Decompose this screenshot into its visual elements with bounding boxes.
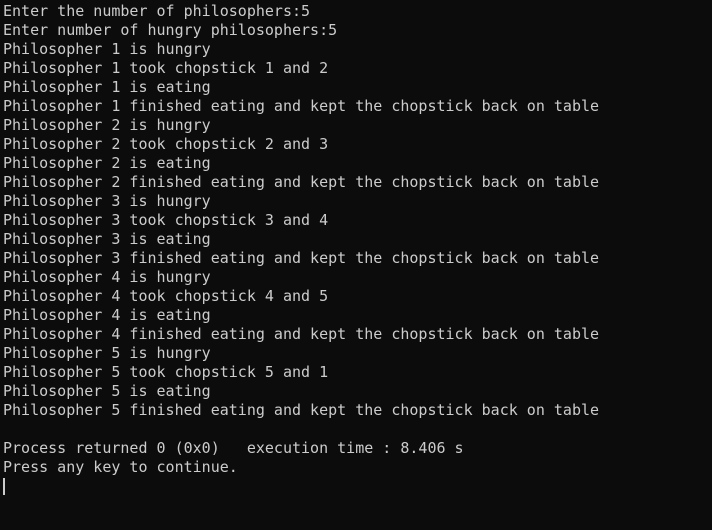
text-cursor[interactable] [3, 478, 5, 495]
console-line: Philosopher 5 finished eating and kept t… [3, 401, 600, 419]
console-line: Philosopher 3 took chopstick 3 and 4 [3, 211, 329, 229]
console-line: Philosopher 2 finished eating and kept t… [3, 173, 600, 191]
console-line: Philosopher 1 finished eating and kept t… [3, 97, 600, 115]
console-line: Philosopher 4 is eating [3, 306, 211, 324]
console-line: Philosopher 5 is eating [3, 382, 211, 400]
continue-prompt-line: Press any key to continue. [3, 458, 238, 476]
console-line: Philosopher 2 is hungry [3, 116, 211, 134]
console-line: Enter the number of philosophers:5 [3, 2, 311, 20]
console-line: Enter number of hungry philosophers:5 [3, 21, 338, 39]
console-window[interactable]: Enter the number of philosophers:5 Enter… [0, 0, 712, 530]
console-line: Philosopher 3 is hungry [3, 192, 211, 210]
console-output: Enter the number of philosophers:5 Enter… [3, 2, 712, 477]
console-line: Philosopher 5 is hungry [3, 344, 211, 362]
console-line: Philosopher 2 took chopstick 2 and 3 [3, 135, 329, 153]
process-status-line: Process returned 0 (0x0) execution time … [3, 439, 464, 457]
console-line: Philosopher 5 took chopstick 5 and 1 [3, 363, 329, 381]
console-line: Philosopher 4 took chopstick 4 and 5 [3, 287, 329, 305]
console-line: Philosopher 2 is eating [3, 154, 211, 172]
console-line: Philosopher 1 is eating [3, 78, 211, 96]
console-line: Philosopher 3 is eating [3, 230, 211, 248]
console-line: Philosopher 4 finished eating and kept t… [3, 325, 600, 343]
console-line: Philosopher 1 took chopstick 1 and 2 [3, 59, 329, 77]
console-line: Philosopher 3 finished eating and kept t… [3, 249, 600, 267]
console-line: Philosopher 4 is hungry [3, 268, 211, 286]
console-line: Philosopher 1 is hungry [3, 40, 211, 58]
console-line-blank [3, 420, 712, 439]
